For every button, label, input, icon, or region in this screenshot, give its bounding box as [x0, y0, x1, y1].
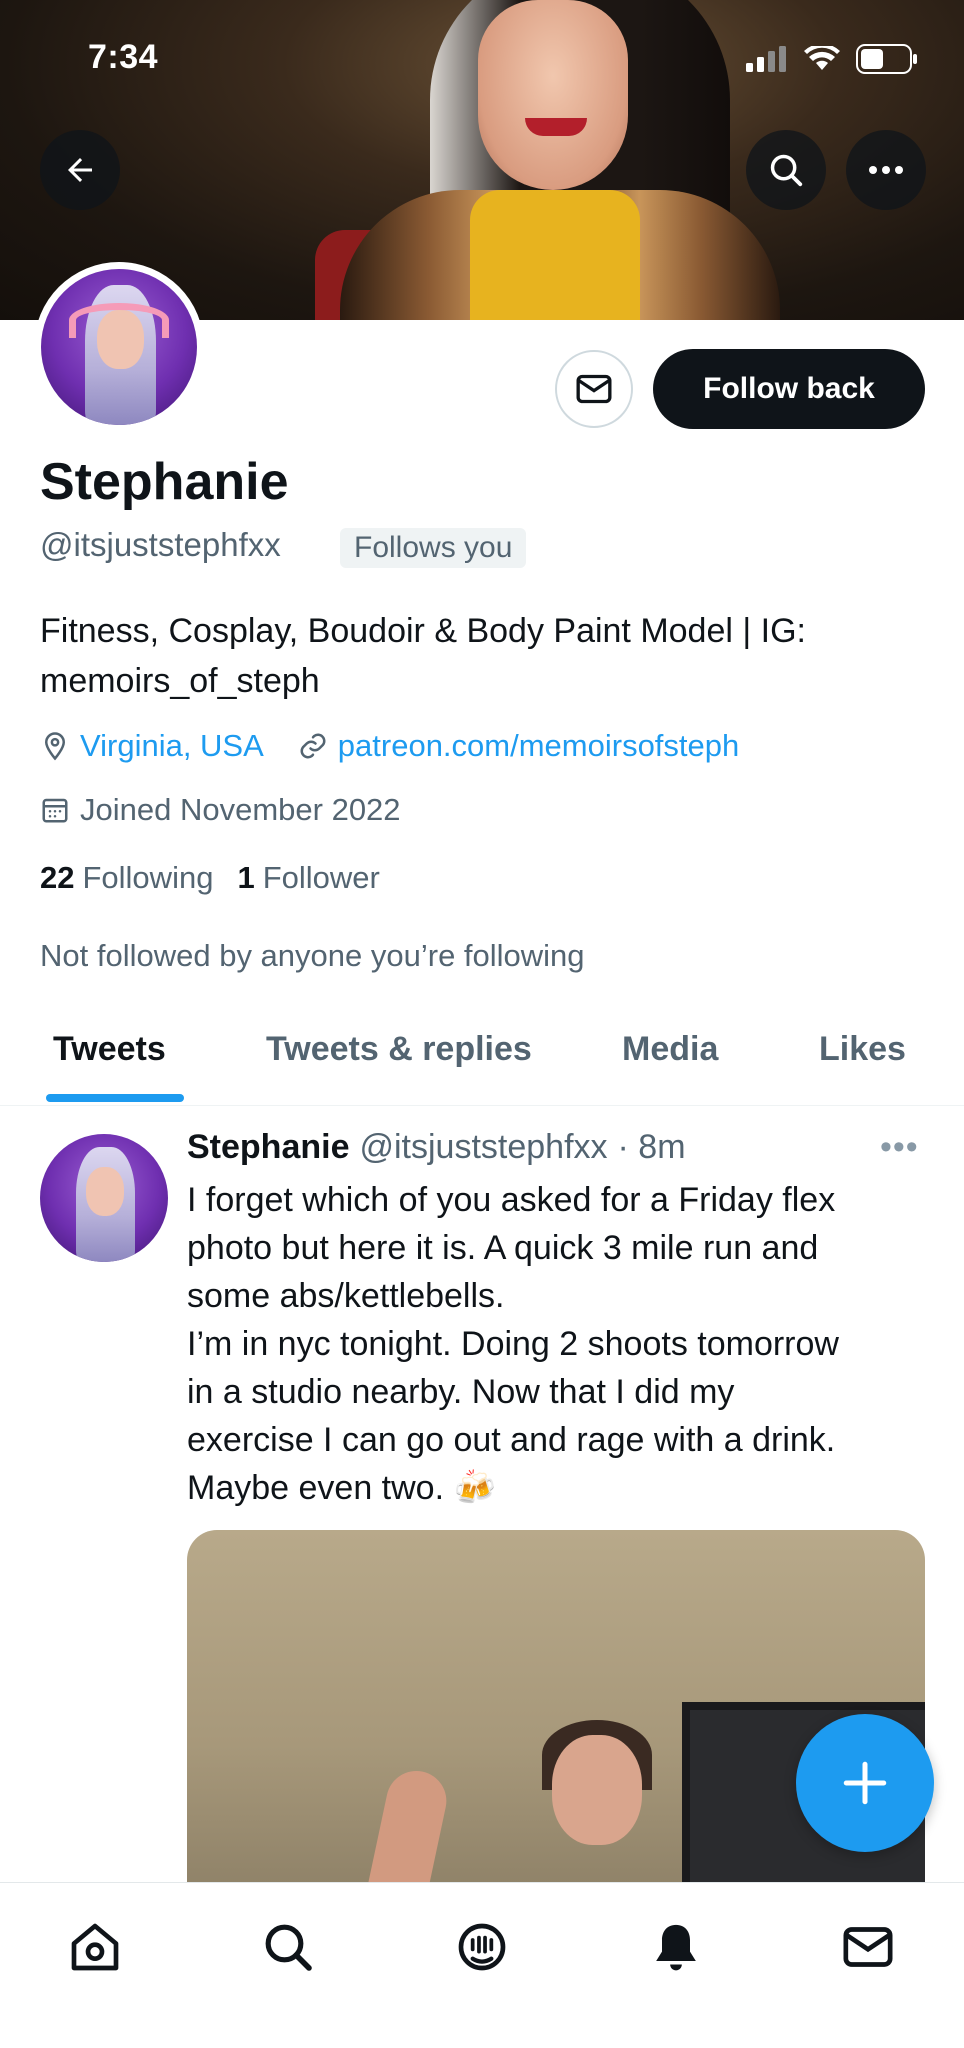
tweet-header: Stephanie @itsjuststephfxx · 8m	[187, 1128, 686, 1167]
profile-tabs: Tweets Tweets & replies Media Likes	[0, 1010, 964, 1106]
profile-name: Stephanie	[40, 453, 289, 511]
tweet-more-button[interactable]: •••	[880, 1128, 919, 1167]
tab-tweets-replies[interactable]: Tweets & replies	[266, 1030, 532, 1069]
follow-back-button[interactable]: Follow back	[653, 349, 925, 429]
tweet-author[interactable]: Stephanie	[187, 1128, 349, 1167]
compose-tweet-button[interactable]	[796, 1714, 934, 1852]
tab-tweets[interactable]: Tweets	[53, 1030, 166, 1069]
tweet-photo[interactable]	[187, 1530, 925, 1890]
location-text[interactable]: Virginia, USA	[80, 728, 264, 764]
search-icon	[770, 154, 803, 187]
location-item[interactable]: Virginia, USA	[40, 728, 264, 764]
nav-search[interactable]	[258, 1917, 318, 1977]
envelope-icon	[576, 374, 612, 404]
not-followed-text: Not followed by anyone you’re following	[40, 938, 585, 973]
tweet-text: I forget which of you asked for a Friday…	[187, 1181, 839, 1507]
follow-stats: 22 Following 1 Follower	[40, 860, 380, 896]
back-arrow-icon	[68, 158, 92, 182]
more-options-button[interactable]	[846, 130, 926, 210]
status-time: 7:34	[88, 38, 159, 76]
tab-likes[interactable]: Likes	[819, 1030, 906, 1069]
spaces-icon	[458, 1923, 506, 1971]
following-stat[interactable]: 22 Following	[40, 860, 213, 896]
profile-bio: Fitness, Cosplay, Boudoir & Body Paint M…	[40, 606, 920, 706]
profile-avatar[interactable]	[34, 262, 204, 432]
link-icon	[300, 733, 326, 759]
search-button[interactable]	[746, 130, 826, 210]
tab-media[interactable]: Media	[622, 1030, 718, 1069]
location-pin-icon	[44, 732, 66, 761]
nav-home[interactable]	[65, 1917, 125, 1977]
nav-notifications[interactable]	[646, 1917, 706, 1977]
follows-you-badge: Follows you	[340, 528, 527, 568]
wifi-icon	[804, 46, 840, 70]
envelope-icon	[843, 1927, 893, 1967]
joined-text: Joined November 2022	[80, 792, 401, 827]
back-button[interactable]	[40, 130, 120, 210]
message-button[interactable]	[555, 350, 633, 428]
battery-icon	[856, 44, 917, 74]
profile-meta-row: Virginia, USA patreon.com/memoirsofsteph	[40, 728, 739, 764]
tweet-handle[interactable]: @itsjuststephfxx	[359, 1128, 607, 1167]
bell-icon	[656, 1924, 696, 1971]
website-link[interactable]: patreon.com/memoirsofsteph	[338, 728, 739, 764]
tweet-avatar[interactable]	[40, 1134, 168, 1262]
calendar-icon	[42, 798, 68, 823]
tweet-time: · 8m	[617, 1128, 686, 1166]
active-tab-indicator	[46, 1094, 184, 1102]
profile-handle: @itsjuststephfxx	[40, 526, 281, 563]
signal-icon	[746, 46, 786, 72]
more-icon	[869, 166, 903, 174]
website-item[interactable]: patreon.com/memoirsofsteph	[298, 728, 739, 764]
search-icon	[265, 1924, 312, 1971]
status-icons	[746, 44, 918, 74]
joined-row: Joined November 2022	[40, 792, 401, 828]
home-icon	[71, 1923, 119, 1971]
follower-stat[interactable]: 1 Follower	[237, 860, 379, 896]
bio-line: Fitness, Cosplay, Boudoir & Body Paint M…	[40, 612, 806, 650]
plus-icon	[843, 1761, 887, 1805]
nav-messages[interactable]	[838, 1917, 898, 1977]
bottom-navigation	[0, 1882, 964, 2048]
nav-spaces[interactable]	[452, 1917, 512, 1977]
bio-line[interactable]: memoirs_of_steph	[40, 656, 920, 706]
